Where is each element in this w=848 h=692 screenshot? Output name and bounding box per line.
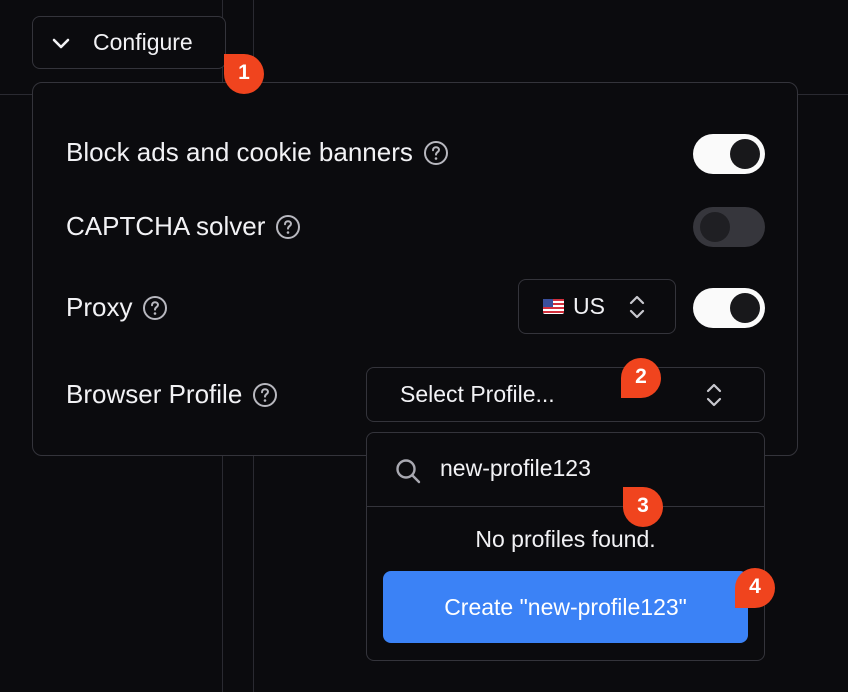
configure-button[interactable]: Configure (32, 16, 226, 69)
captcha-row-label: CAPTCHA solver (66, 211, 301, 242)
chevrons-up-down-icon (629, 295, 645, 319)
proxy-country-select[interactable]: US (518, 279, 676, 334)
background-divider (0, 94, 32, 95)
browser-profile-select[interactable]: Select Profile... (366, 367, 765, 422)
browser-profile-label: Browser Profile (66, 379, 243, 409)
help-icon[interactable] (275, 214, 301, 240)
create-profile-button[interactable]: Create "new-profile123" (383, 571, 748, 643)
profile-search-row[interactable]: new-profile123 (367, 433, 764, 507)
browser-profile-placeholder: Select Profile... (400, 381, 555, 407)
search-icon (396, 459, 421, 484)
help-icon[interactable] (252, 382, 278, 408)
chevron-down-icon (52, 38, 70, 48)
us-flag-icon (543, 299, 564, 314)
toggle-knob (730, 139, 760, 169)
proxy-toggle[interactable] (693, 288, 765, 328)
marker-number: 2 (635, 365, 647, 388)
marker-number: 3 (637, 494, 649, 517)
block-ads-row-label: Block ads and cookie banners (66, 137, 449, 168)
profile-dropdown: new-profile123 No profiles found. Create… (366, 432, 765, 661)
step-marker-4: 4 (732, 565, 778, 611)
toggle-knob (700, 212, 730, 242)
step-marker-3: 3 (620, 484, 666, 530)
proxy-row-label: Proxy (66, 292, 168, 323)
marker-number: 4 (749, 575, 761, 598)
captcha-toggle[interactable] (693, 207, 765, 247)
marker-number: 1 (238, 61, 250, 84)
profile-search-input[interactable]: new-profile123 (440, 455, 591, 482)
toggle-knob (730, 293, 760, 323)
configure-label: Configure (93, 29, 193, 55)
block-ads-label: Block ads and cookie banners (66, 137, 413, 167)
help-icon[interactable] (423, 140, 449, 166)
step-marker-2: 2 (618, 355, 664, 401)
proxy-country-value: US (573, 293, 605, 319)
empty-state-message: No profiles found. (475, 526, 656, 552)
step-marker-1: 1 (221, 51, 267, 97)
background-divider (798, 94, 848, 95)
proxy-label: Proxy (66, 292, 133, 322)
chevrons-up-down-icon (706, 383, 722, 407)
block-ads-toggle[interactable] (693, 134, 765, 174)
browser-profile-row-label: Browser Profile (66, 379, 278, 410)
configure-panel: Block ads and cookie banners CAPTCHA sol… (32, 82, 798, 456)
help-icon[interactable] (142, 295, 168, 321)
captcha-label: CAPTCHA solver (66, 211, 266, 241)
